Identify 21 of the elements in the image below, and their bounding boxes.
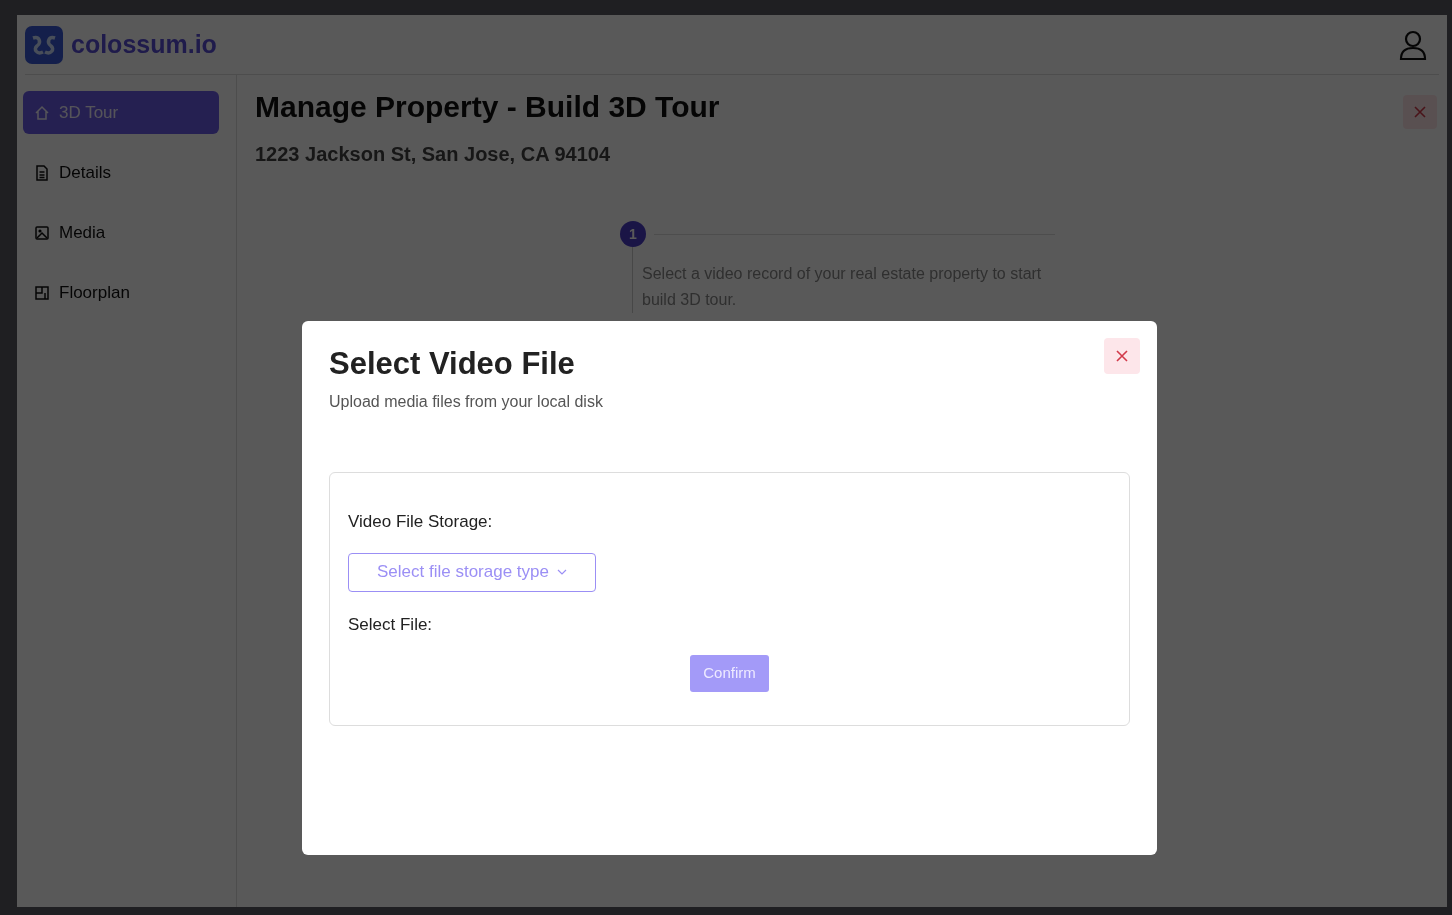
sidebar-item[interactable]: Floorplan [23,271,219,314]
user-icon[interactable] [1399,29,1427,60]
sidebar-item[interactable]: Details [23,151,219,194]
storage-select[interactable]: Select file storage type [348,552,596,592]
page-title: Manage Property - Build 3D Tour [255,89,720,125]
logo-text: colossum.io [71,28,217,60]
modal-title: Select Video File [329,345,575,383]
file-label: Select File: [348,613,434,636]
house-icon [33,103,51,122]
close-button[interactable] [1403,95,1437,129]
step-number: 1 [620,221,646,247]
floorplan-icon [33,283,51,302]
chevron-icon [557,569,567,576]
document-icon [33,163,51,182]
logo-icon [25,25,63,64]
image-icon [33,223,51,242]
modal-subtitle: Upload media files from your local disk [329,392,604,413]
address-text: 1223 Jackson St, San Jose, CA 94104 [255,142,612,167]
sidebar-item[interactable]: Media [23,211,219,254]
storage-label: Video File Storage: [348,511,494,534]
close-button[interactable] [1104,338,1140,374]
